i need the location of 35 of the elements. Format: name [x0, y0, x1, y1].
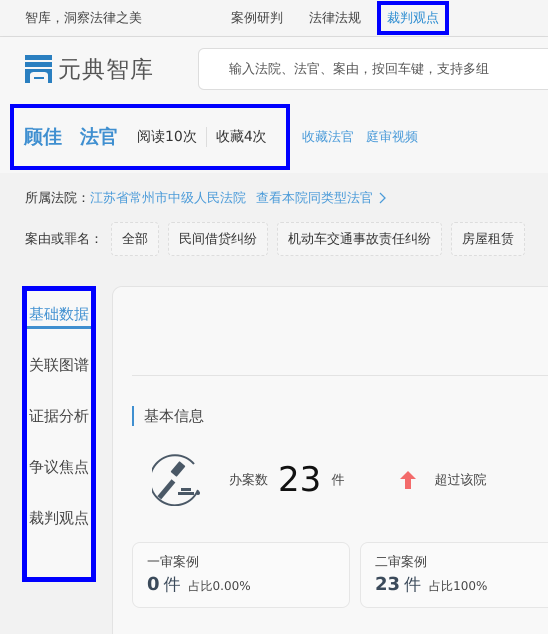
stat-title: 二审案例 — [375, 554, 428, 571]
nav-link[interactable]: 案例研判 — [225, 5, 289, 31]
section-title: 基本信息 — [132, 406, 548, 426]
chevron-right-icon — [379, 192, 386, 204]
filter-tag[interactable]: 机动车交通事故责任纠纷 — [277, 222, 442, 256]
judge-name: 顾佳 — [24, 125, 62, 150]
case-count: 23 — [278, 460, 322, 500]
stat-share: 占比0.00% — [188, 578, 251, 595]
stat-unit: 件 — [164, 574, 181, 596]
side-menu-item[interactable]: 裁判观点 — [27, 509, 91, 533]
stat-unit: 件 — [404, 574, 422, 596]
up-arrow-icon — [400, 471, 416, 489]
comparison-text: 超过该院 — [434, 472, 486, 489]
filter-tag[interactable]: 全部 — [111, 222, 159, 256]
search-field[interactable]: 输入法院、法官、案由，按回车键，支持多组 — [198, 48, 548, 90]
case-count-label: 办案数 — [229, 472, 268, 489]
logo-icon — [25, 55, 52, 83]
read-count: 阅读10次 — [136, 128, 198, 146]
stat-count: 23 — [375, 574, 400, 595]
side-menu-item[interactable]: 关联图谱 — [27, 356, 91, 380]
logo-text: 元典智库 — [58, 56, 154, 84]
judge-title: 法官 — [80, 125, 118, 150]
filter-tag[interactable]: 房屋租赁 — [451, 222, 525, 256]
stat-count: 0 — [147, 574, 160, 595]
court-label: 所属法院： — [25, 190, 90, 207]
filter-tag[interactable]: 民间借贷纠纷 — [168, 222, 268, 256]
favorite-count: 收藏4次 — [214, 128, 268, 146]
stat-title: 一审案例 — [147, 554, 200, 571]
side-menu-item[interactable]: 证据分析 — [27, 407, 91, 431]
filter-label: 案由或罪名： — [25, 231, 103, 248]
side-menu-item[interactable]: 争议焦点 — [27, 458, 91, 482]
nav-link[interactable]: 法律法规 — [303, 5, 367, 31]
site-slogan: 智库，洞察法律之美 — [25, 10, 143, 27]
stat-share: 占比100% — [429, 578, 488, 595]
case-count-unit: 件 — [331, 472, 344, 489]
